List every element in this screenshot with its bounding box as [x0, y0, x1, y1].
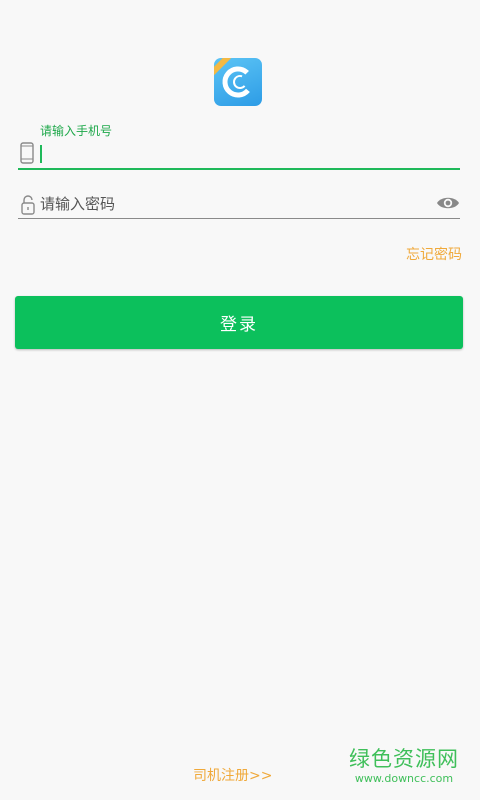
phone-field-row: [18, 140, 460, 170]
driver-register-link[interactable]: 司机注册>>: [193, 765, 272, 785]
password-field-row: [18, 192, 460, 219]
watermark-title: 绿色资源网: [349, 747, 459, 771]
lock-icon: [20, 194, 36, 220]
text-cursor: [40, 145, 42, 163]
watermark-url: www.downcc.com: [354, 772, 454, 785]
login-button[interactable]: 登录: [15, 296, 463, 349]
forgot-password-link[interactable]: 忘记密码: [406, 244, 462, 264]
phone-icon: [20, 142, 34, 168]
login-screen: 请输入手机号 忘记密码 登录 司机注册>> 绿色资源网 www.downcc.c…: [0, 0, 480, 800]
app-logo-c-icon: [222, 66, 254, 98]
app-logo: [214, 58, 262, 106]
eye-icon[interactable]: [436, 194, 460, 216]
phone-input[interactable]: [40, 142, 440, 164]
watermark: 绿色资源网 www.downcc.com: [344, 746, 464, 786]
password-input[interactable]: [40, 192, 420, 216]
phone-floating-label: 请输入手机号: [40, 124, 113, 138]
